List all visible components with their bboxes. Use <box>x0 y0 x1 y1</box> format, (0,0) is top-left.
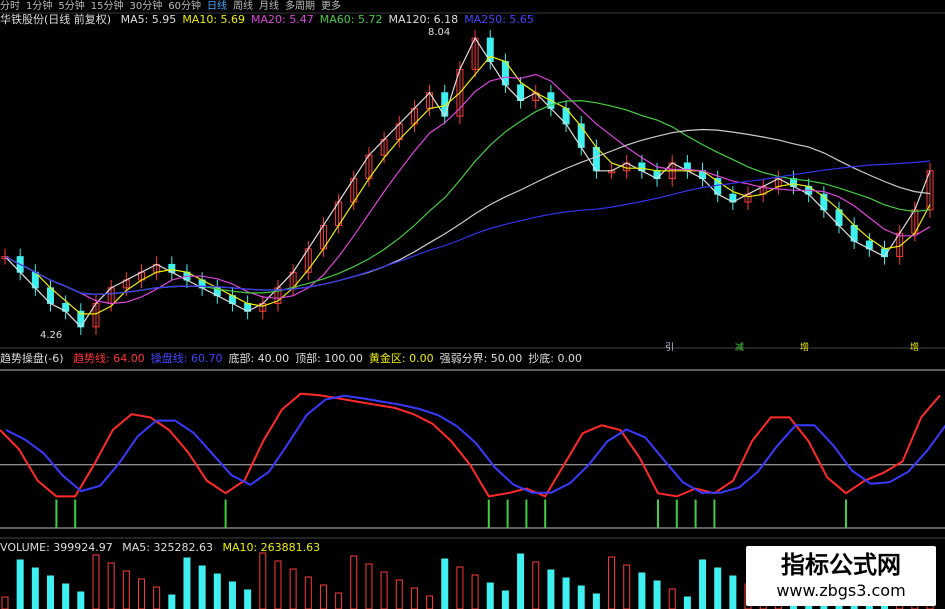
volume-bar <box>410 587 418 609</box>
volume-bar <box>289 568 297 609</box>
volume-bar <box>228 581 236 609</box>
low-price-label: 4.26 <box>40 330 63 341</box>
volume-bar <box>274 560 282 609</box>
event-marker: 减 <box>735 341 744 353</box>
ma-line <box>4 99 931 296</box>
volume-bar <box>517 553 525 609</box>
volume-bar <box>577 585 585 609</box>
watermark-url: www.zbgs3.com <box>776 581 906 600</box>
volume-bar <box>365 563 373 609</box>
ma-line <box>4 73 931 305</box>
volume-bar <box>714 567 722 609</box>
watermark: 指标公式网 www.zbgs3.com <box>746 546 936 606</box>
volume-bar <box>699 559 707 609</box>
operation-line <box>5 394 945 494</box>
volume-bar <box>729 575 737 609</box>
volume-bar <box>1 596 9 609</box>
event-marker: 引 <box>665 342 674 353</box>
volume-bar <box>153 586 161 609</box>
volume-bar <box>547 569 555 609</box>
volume-bar <box>198 565 206 609</box>
volume-bar <box>335 592 343 609</box>
volume-bar <box>62 583 70 609</box>
volume-bar <box>532 561 540 609</box>
volume-bar <box>426 595 434 609</box>
volume-bar <box>16 559 24 609</box>
volume-bar <box>92 554 100 609</box>
volume-bar <box>319 584 327 609</box>
volume-bar <box>380 571 388 609</box>
volume-bar <box>638 572 646 609</box>
volume-bar <box>107 562 115 609</box>
volume-bar <box>395 579 403 609</box>
volume-bar <box>562 577 570 609</box>
event-marker: 增 <box>800 341 809 353</box>
high-price-label: 8.04 <box>428 27 451 38</box>
volume-bar <box>592 593 600 609</box>
volume-bar <box>456 566 464 609</box>
volume-bar <box>244 589 252 609</box>
volume-bar <box>77 591 85 609</box>
volume-bar <box>31 567 39 609</box>
volume-bar <box>350 555 358 609</box>
volume-bar <box>304 576 312 609</box>
volume-bar <box>608 556 616 609</box>
volume-bar <box>213 573 221 609</box>
watermark-title: 指标公式网 <box>781 551 901 579</box>
volume-bar <box>441 558 449 609</box>
volume-bar <box>486 582 494 609</box>
volume-bar <box>653 580 661 609</box>
stock-chart[interactable]: 引减增增 <box>0 0 945 609</box>
volume-bar <box>668 588 676 609</box>
volume-bar <box>137 578 145 609</box>
volume-bar <box>183 557 191 609</box>
volume-bar <box>501 590 509 609</box>
volume-bar <box>471 574 479 609</box>
event-marker: 增 <box>910 341 919 353</box>
volume-bar <box>122 570 130 609</box>
volume-bar <box>46 575 54 609</box>
volume-bar <box>623 564 631 609</box>
ma-line <box>4 128 931 296</box>
trend-line <box>0 392 941 498</box>
volume-bar <box>683 596 691 609</box>
volume-bar <box>168 594 176 609</box>
volume-bar <box>259 552 267 609</box>
